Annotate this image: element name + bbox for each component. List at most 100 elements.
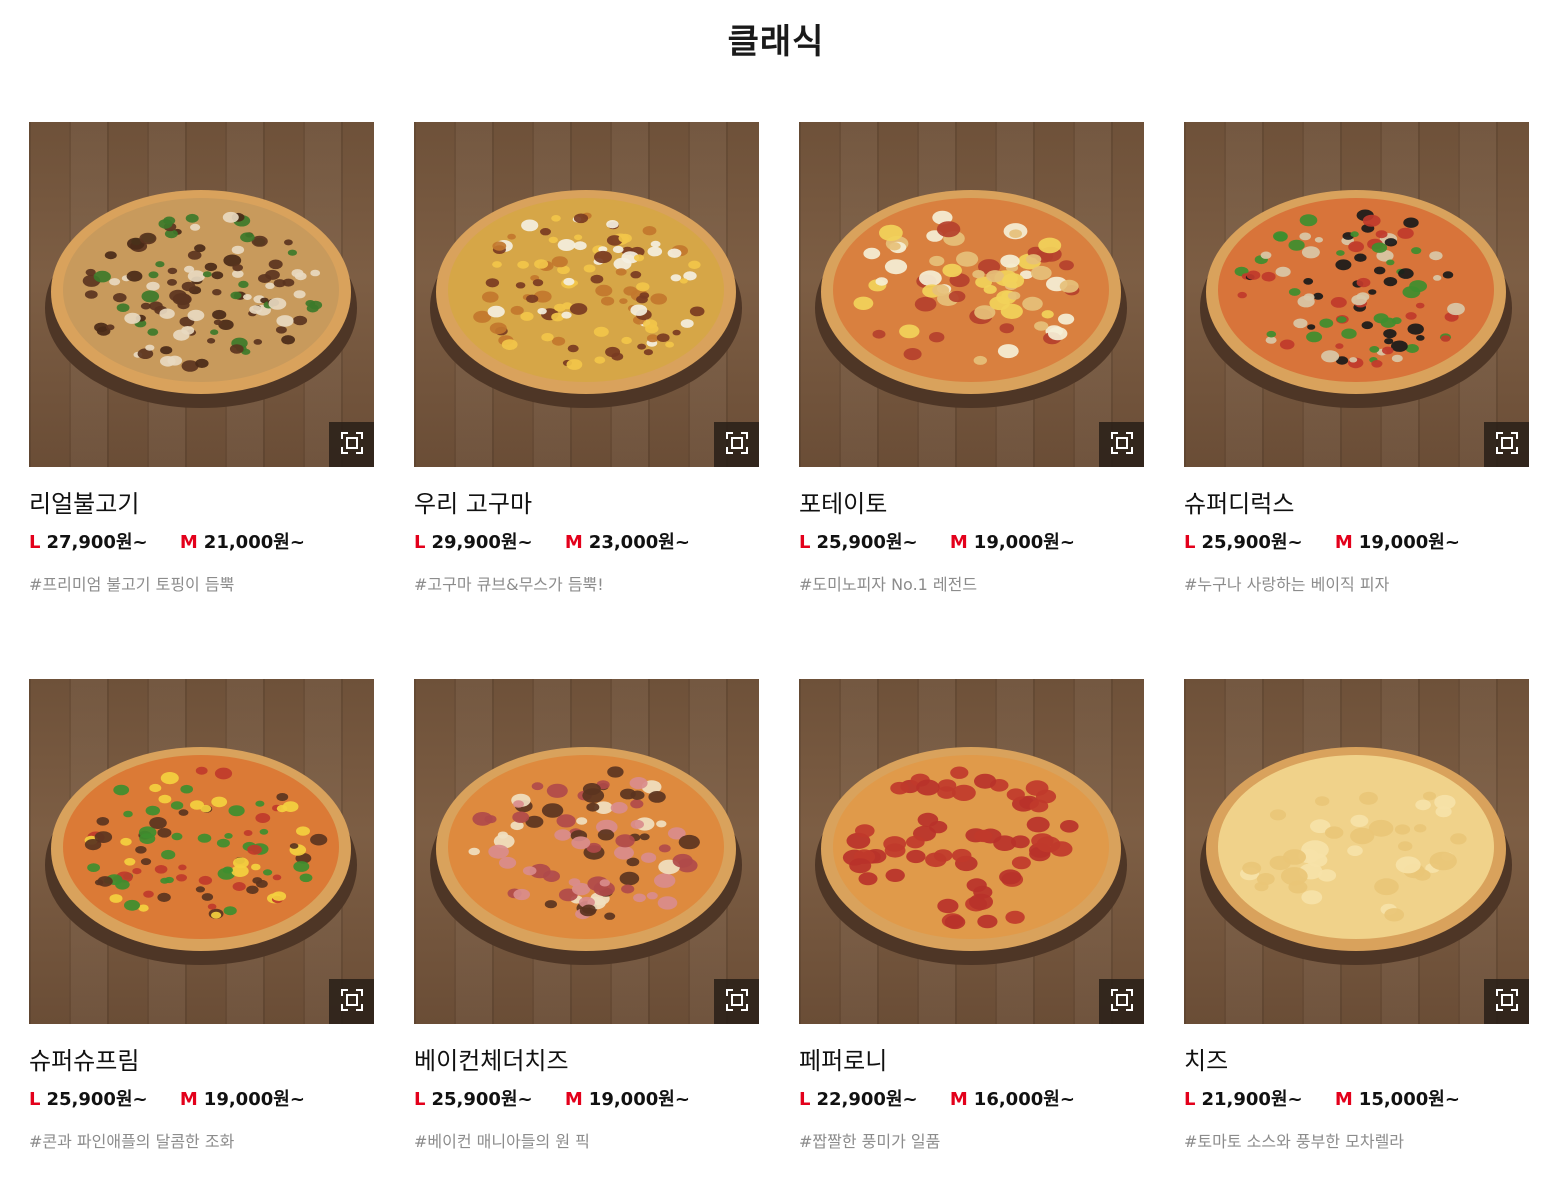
pizza-image[interactable] xyxy=(1184,679,1529,1024)
product-name[interactable]: 우리 고구마 xyxy=(414,489,759,519)
topping-piece xyxy=(621,884,635,894)
pizza-image[interactable] xyxy=(799,122,1144,467)
product-prices: L 29,900원~ M 23,000원~ xyxy=(414,531,759,555)
zoom-button[interactable] xyxy=(714,979,759,1024)
price-large: 25,900원~ xyxy=(46,1089,148,1110)
product-card[interactable]: 베이컨체더치즈 L 25,900원~ M 19,000원~ #베이컨 매니아들의 원… xyxy=(414,679,759,1151)
product-info: 페퍼로니 L 22,900원~ M 16,000원~ #짭짤한 풍미가 일품 xyxy=(799,1024,1144,1152)
topping-piece xyxy=(1371,360,1383,368)
topping-piece xyxy=(1007,291,1021,300)
product-card[interactable]: 치즈 L 21,900원~ M 15,000원~ #토마토 소스와 풍부한 모차렐라 xyxy=(1184,679,1529,1151)
topping-piece xyxy=(1060,820,1079,833)
topping-piece xyxy=(888,242,901,251)
topping-piece xyxy=(1384,908,1405,922)
topping-piece xyxy=(1450,833,1467,845)
topping-piece xyxy=(185,213,199,223)
topping-piece xyxy=(1407,323,1424,335)
pizza-image[interactable] xyxy=(414,122,759,467)
zoom-button[interactable] xyxy=(1099,422,1144,467)
product-info: 슈퍼디럭스 L 25,900원~ M 19,000원~ #누구나 사랑하는 베이직 … xyxy=(1184,467,1529,595)
product-card[interactable]: 슈퍼디럭스 L 25,900원~ M 19,000원~ #누구나 사랑하는 베이직 … xyxy=(1184,122,1529,594)
product-name[interactable]: 치즈 xyxy=(1184,1046,1529,1076)
topping-piece xyxy=(1348,241,1364,253)
topping-piece xyxy=(1034,321,1049,331)
topping-piece xyxy=(1306,331,1323,343)
topping-piece xyxy=(630,304,648,316)
topping-piece xyxy=(612,245,624,254)
topping-piece xyxy=(211,271,224,280)
topping-piece xyxy=(141,290,160,303)
pizza-illustration xyxy=(45,190,357,408)
product-card[interactable]: 포테이토 L 25,900원~ M 19,000원~ #도미노피자 No.1 레전드 xyxy=(799,122,1144,594)
topping-piece xyxy=(513,888,530,901)
zoom-button[interactable] xyxy=(329,422,374,467)
topping-piece xyxy=(647,246,663,257)
topping-piece xyxy=(87,863,100,872)
topping-piece xyxy=(124,899,140,911)
topping-piece xyxy=(93,270,111,283)
topping-piece xyxy=(657,896,678,910)
product-info: 슈퍼슈프림 L 25,900원~ M 19,000원~ #콘과 파인애플의 달콤한 … xyxy=(29,1024,374,1152)
product-name[interactable]: 페퍼로니 xyxy=(799,1046,1144,1076)
topping-piece xyxy=(849,858,872,874)
topping-piece xyxy=(1036,836,1061,853)
topping-piece xyxy=(574,234,583,241)
pizza-image[interactable] xyxy=(29,679,374,1024)
product-card[interactable]: 페퍼로니 L 22,900원~ M 16,000원~ #짭짤한 풍미가 일품 xyxy=(799,679,1144,1151)
topping-piece xyxy=(1391,340,1408,352)
topping-piece xyxy=(190,223,201,231)
topping-piece xyxy=(243,294,252,300)
topping-piece xyxy=(1260,251,1272,259)
zoom-button[interactable] xyxy=(1484,422,1529,467)
topping-piece xyxy=(1288,288,1301,296)
topping-piece xyxy=(688,260,701,269)
topping-piece xyxy=(1415,799,1431,811)
product-name[interactable]: 리얼불고기 xyxy=(29,489,374,519)
pizza-image[interactable] xyxy=(29,122,374,467)
topping-piece xyxy=(1362,214,1381,227)
topping-piece xyxy=(1416,335,1425,341)
topping-piece xyxy=(554,829,572,841)
topping-piece xyxy=(1269,809,1287,821)
topping-piece xyxy=(124,858,136,866)
topping-piece xyxy=(284,239,293,246)
product-card[interactable]: 리얼불고기 L 27,900원~ M 21,000원~ #프리미엄 불고기 토핑이 … xyxy=(29,122,374,594)
product-name[interactable]: 슈퍼디럭스 xyxy=(1184,489,1529,519)
topping-piece xyxy=(573,213,589,224)
topping-piece xyxy=(1386,259,1395,266)
topping-piece xyxy=(214,767,233,780)
product-name[interactable]: 포테이토 xyxy=(799,489,1144,519)
pizza-image[interactable] xyxy=(1184,122,1529,467)
topping-piece xyxy=(1022,296,1043,311)
topping-piece xyxy=(294,272,307,281)
topping-piece xyxy=(1299,232,1311,241)
price-medium: 19,000원~ xyxy=(973,532,1075,553)
pizza-image[interactable] xyxy=(799,679,1144,1024)
zoom-button[interactable] xyxy=(714,422,759,467)
product-card[interactable]: 슈퍼슈프림 L 25,900원~ M 19,000원~ #콘과 파인애플의 달콤한 … xyxy=(29,679,374,1151)
topping-piece xyxy=(1059,260,1074,271)
topping-piece xyxy=(999,323,1015,334)
topping-piece xyxy=(1433,275,1442,281)
topping-piece xyxy=(903,348,922,361)
zoom-button[interactable] xyxy=(1484,979,1529,1024)
topping-piece xyxy=(135,846,147,854)
pizza-image[interactable] xyxy=(414,679,759,1024)
topping-piece xyxy=(929,255,945,267)
topping-piece xyxy=(187,309,205,322)
product-card[interactable]: 우리 고구마 L 29,900원~ M 23,000원~ #고구마 큐브&무스가 듬… xyxy=(414,122,759,594)
topping-piece xyxy=(670,274,682,282)
topping-piece xyxy=(1025,780,1049,796)
topping-piece xyxy=(268,297,287,310)
size-m-label: M xyxy=(564,1089,583,1110)
topping-piece xyxy=(1397,227,1414,239)
product-name[interactable]: 슈퍼슈프림 xyxy=(29,1046,374,1076)
topping-piece xyxy=(255,800,265,807)
zoom-button[interactable] xyxy=(329,979,374,1024)
topping-piece xyxy=(148,271,159,279)
zoom-button[interactable] xyxy=(1099,979,1144,1024)
topping-piece xyxy=(273,279,286,288)
topping-piece xyxy=(595,284,613,297)
product-name[interactable]: 베이컨체더치즈 xyxy=(414,1046,759,1076)
size-m-label: M xyxy=(179,532,198,553)
